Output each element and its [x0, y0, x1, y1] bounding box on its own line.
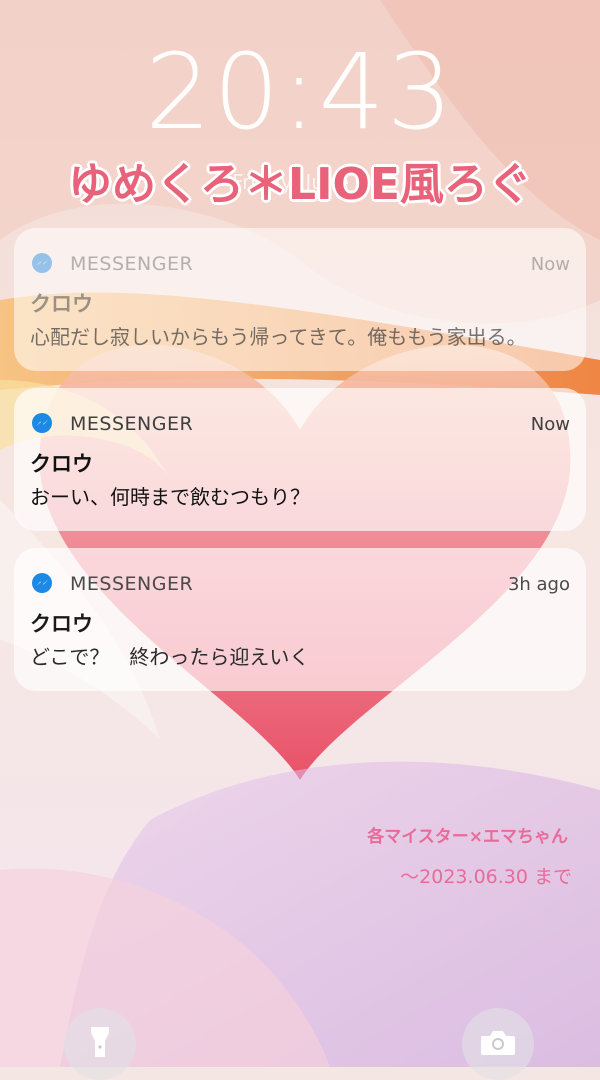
overlay-credit: 各マイスター×エマちゃん	[367, 827, 568, 847]
flashlight-icon	[87, 1025, 113, 1063]
notification-card[interactable]: MESSENGER Now クロウ おーい、何時まで飲むつもり？	[14, 388, 586, 531]
notification-card[interactable]: MESSENGER Now クロウ 心配だし寂しいからもう帰ってきて。俺ももう家…	[14, 228, 586, 371]
camera-icon	[480, 1028, 516, 1060]
messenger-icon	[30, 252, 54, 276]
notification-app-name: MESSENGER	[70, 413, 194, 435]
notification-body: 心配だし寂しいからもう帰ってきて。俺ももう家出る。	[30, 325, 527, 349]
notification-sender: クロウ	[30, 452, 93, 476]
notification-time: 3h ago	[507, 573, 570, 595]
notification-header: MESSENGER 3h ago	[30, 566, 570, 602]
lockscreen-clock: 20:43	[145, 31, 455, 153]
flashlight-button[interactable]	[64, 1008, 136, 1080]
notification-body: おーい、何時まで飲むつもり？	[30, 485, 310, 509]
notification-app-name: MESSENGER	[70, 253, 194, 275]
overlay-title: ゆめくろ＊LIOE風ろぐ	[68, 159, 532, 210]
overlay-deadline: ～2023.06.30 まで	[400, 866, 572, 888]
notification-sender: クロウ	[30, 612, 93, 636]
notification-app-name: MESSENGER	[70, 573, 194, 595]
notification-sender: クロウ	[30, 292, 93, 316]
notification-header: MESSENGER Now	[30, 406, 570, 442]
notification-body: どこで？ 終わったら迎えいく	[30, 645, 310, 669]
notification-header: MESSENGER Now	[30, 246, 570, 282]
notification-time: Now	[530, 413, 570, 435]
messenger-icon	[30, 412, 54, 436]
camera-button[interactable]	[462, 1008, 534, 1080]
notification-time: Now	[530, 253, 570, 275]
messenger-icon	[30, 572, 54, 596]
notification-card[interactable]: MESSENGER 3h ago クロウ どこで？ 終わったら迎えいく	[14, 548, 586, 691]
